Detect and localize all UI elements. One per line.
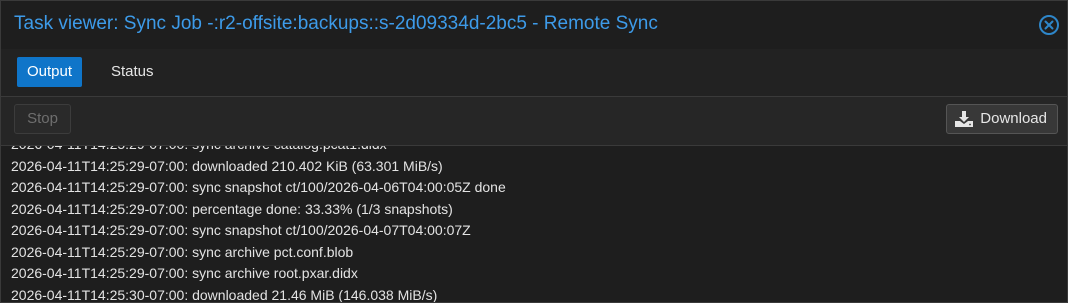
tab-output[interactable]: Output xyxy=(17,57,83,87)
log-lines: 2026-04-11T14:25:29-07:00: sync archive … xyxy=(11,146,506,302)
log-line: 2026-04-11T14:25:30-07:00: downloaded 21… xyxy=(11,286,438,303)
task-viewer-window: Task viewer: Sync Job -:r2-offsite:backu… xyxy=(0,0,1068,303)
close-button[interactable] xyxy=(1039,15,1059,35)
log-line: 2026-04-11T14:25:29-07:00: downloaded 21… xyxy=(11,157,443,174)
log-line: 2026-04-11T14:25:29-07:00: sync snapshot… xyxy=(11,222,471,238)
window-title: Task viewer: Sync Job -:r2-offsite:backu… xyxy=(14,13,658,34)
tab-bar: Output Status xyxy=(1,49,1067,97)
log-line: 2026-04-11T14:25:29-07:00: percentage do… xyxy=(11,200,453,217)
log-line: 2026-04-11T14:25:29-07:00: sync snapshot… xyxy=(11,179,506,195)
toolbar: Stop Download xyxy=(1,97,1067,146)
log-scrollbar[interactable] xyxy=(1061,146,1067,302)
log-line: 2026-04-11T14:25:29-07:00: sync archive … xyxy=(11,146,506,156)
download-button[interactable]: Download xyxy=(946,104,1058,134)
log-line: 2026-04-11T14:25:29-07:00: sync archive … xyxy=(11,265,358,281)
close-icon xyxy=(1044,20,1054,30)
log-output-panel[interactable]: 2026-04-11T14:25:29-07:00: sync archive … xyxy=(1,146,1067,302)
stop-button[interactable]: Stop xyxy=(14,104,71,134)
log-line: 2026-04-11T14:25:29-07:00: sync archive … xyxy=(11,243,354,260)
download-icon xyxy=(955,111,974,127)
download-label: Download xyxy=(980,110,1047,127)
title-bar: Task viewer: Sync Job -:r2-offsite:backu… xyxy=(1,1,1067,49)
tab-status[interactable]: Status xyxy=(101,57,164,87)
